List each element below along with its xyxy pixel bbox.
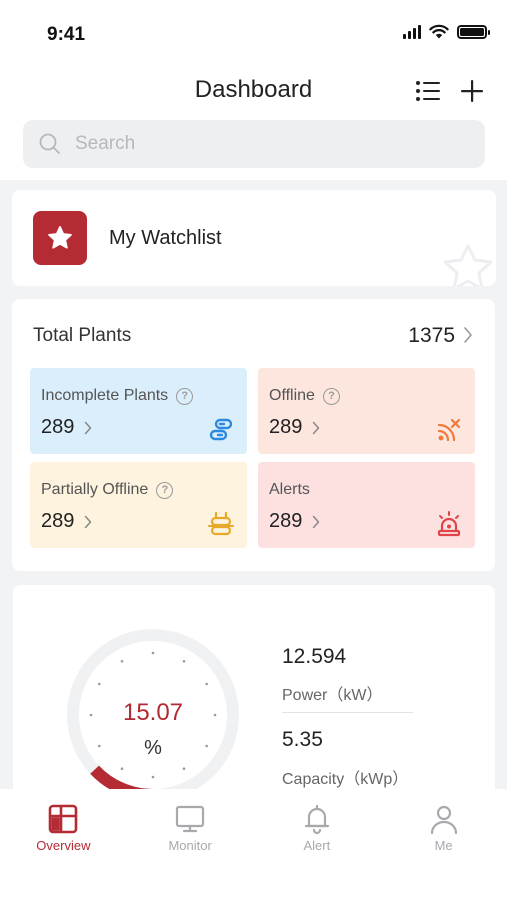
capacity-value: 5.35	[282, 728, 323, 751]
list-icon	[416, 81, 440, 101]
search-icon	[39, 133, 60, 154]
add-button[interactable]	[457, 76, 487, 106]
power-value: 12.594	[282, 645, 347, 668]
alarm-icon	[437, 511, 461, 537]
total-plants-label: Total Plants	[33, 325, 132, 346]
help-icon[interactable]: ?	[322, 387, 340, 405]
tile-label: Incomplete Plants	[41, 387, 169, 404]
search-bar	[23, 120, 485, 168]
tab-monitor[interactable]: Monitor	[127, 789, 254, 859]
chevron-right-icon	[313, 421, 320, 434]
list-view-button[interactable]	[413, 76, 443, 106]
star-outline-icon	[443, 244, 493, 286]
tab-bar: Overview Monitor Alert Me	[0, 789, 507, 900]
tab-overview[interactable]: Overview	[0, 789, 127, 859]
status-time: 9:41	[47, 24, 86, 45]
chevron-right-icon	[85, 421, 92, 434]
total-plants-value[interactable]: 1375	[408, 324, 455, 348]
tile-value: 289	[269, 510, 303, 532]
chevron-right-icon	[85, 515, 92, 528]
watchlist-badge	[33, 211, 87, 265]
tile-value: 289	[41, 510, 75, 532]
user-icon	[430, 805, 457, 835]
status-icons	[403, 24, 490, 39]
partially-offline-tile[interactable]: Partially Offline ? 289	[30, 462, 247, 548]
tile-label: Alerts	[269, 481, 310, 498]
chevron-right-icon	[313, 515, 320, 528]
gauge-tick	[120, 767, 124, 770]
monitor-icon	[176, 805, 205, 833]
status-bar: 9:41	[0, 0, 507, 64]
gauge-tick	[205, 682, 208, 686]
gauge-tick	[182, 767, 186, 770]
tab-label: Me	[434, 838, 453, 853]
gauge-tick	[98, 682, 101, 686]
battery-icon	[457, 24, 490, 39]
gauge-tick	[151, 775, 155, 779]
overview-icon	[49, 804, 78, 834]
plus-icon	[461, 80, 483, 102]
alerts-tile[interactable]: Alerts 289	[258, 462, 475, 548]
tab-label: Overview	[36, 838, 91, 853]
offline-tile[interactable]: Offline ? 289	[258, 368, 475, 454]
tab-label: Alert	[303, 838, 331, 853]
gauge-tick	[151, 651, 155, 655]
tile-label: Partially Offline	[41, 481, 149, 498]
tile-value: 289	[41, 416, 75, 438]
wifi-icon	[429, 24, 449, 39]
gauge-unit: %	[144, 737, 162, 759]
capacity-label: Capacity（kWp）	[282, 771, 409, 788]
link-icon	[209, 418, 233, 441]
tab-label: Monitor	[168, 838, 212, 853]
tile-value: 289	[269, 416, 303, 438]
plants-summary-card: Total Plants 1375 Incomplete Plants ? 28…	[12, 299, 495, 571]
tab-me[interactable]: Me	[380, 789, 507, 859]
gauge-tick	[182, 660, 186, 663]
signal-off-icon	[437, 418, 461, 442]
gauge-tick	[120, 660, 124, 663]
tab-alert[interactable]: Alert	[254, 789, 381, 859]
tile-label: Offline	[269, 387, 315, 404]
header: Dashboard	[0, 66, 507, 116]
power-label: Power（kW）	[282, 687, 383, 704]
incomplete-plants-tile[interactable]: Incomplete Plants ? 289	[30, 368, 247, 454]
divider	[282, 712, 413, 713]
help-icon[interactable]: ?	[176, 387, 194, 405]
chevron-right-icon[interactable]	[463, 326, 473, 344]
watchlist-card[interactable]: My Watchlist	[12, 190, 496, 286]
star-icon	[48, 226, 72, 249]
gauge-value: 15.07	[122, 699, 184, 726]
cellular-signal-icon	[403, 24, 421, 39]
help-icon[interactable]: ?	[156, 481, 174, 499]
watchlist-label: My Watchlist	[109, 227, 222, 249]
search-input[interactable]	[75, 133, 435, 155]
partial-link-icon	[208, 511, 234, 536]
bell-icon	[304, 804, 329, 835]
